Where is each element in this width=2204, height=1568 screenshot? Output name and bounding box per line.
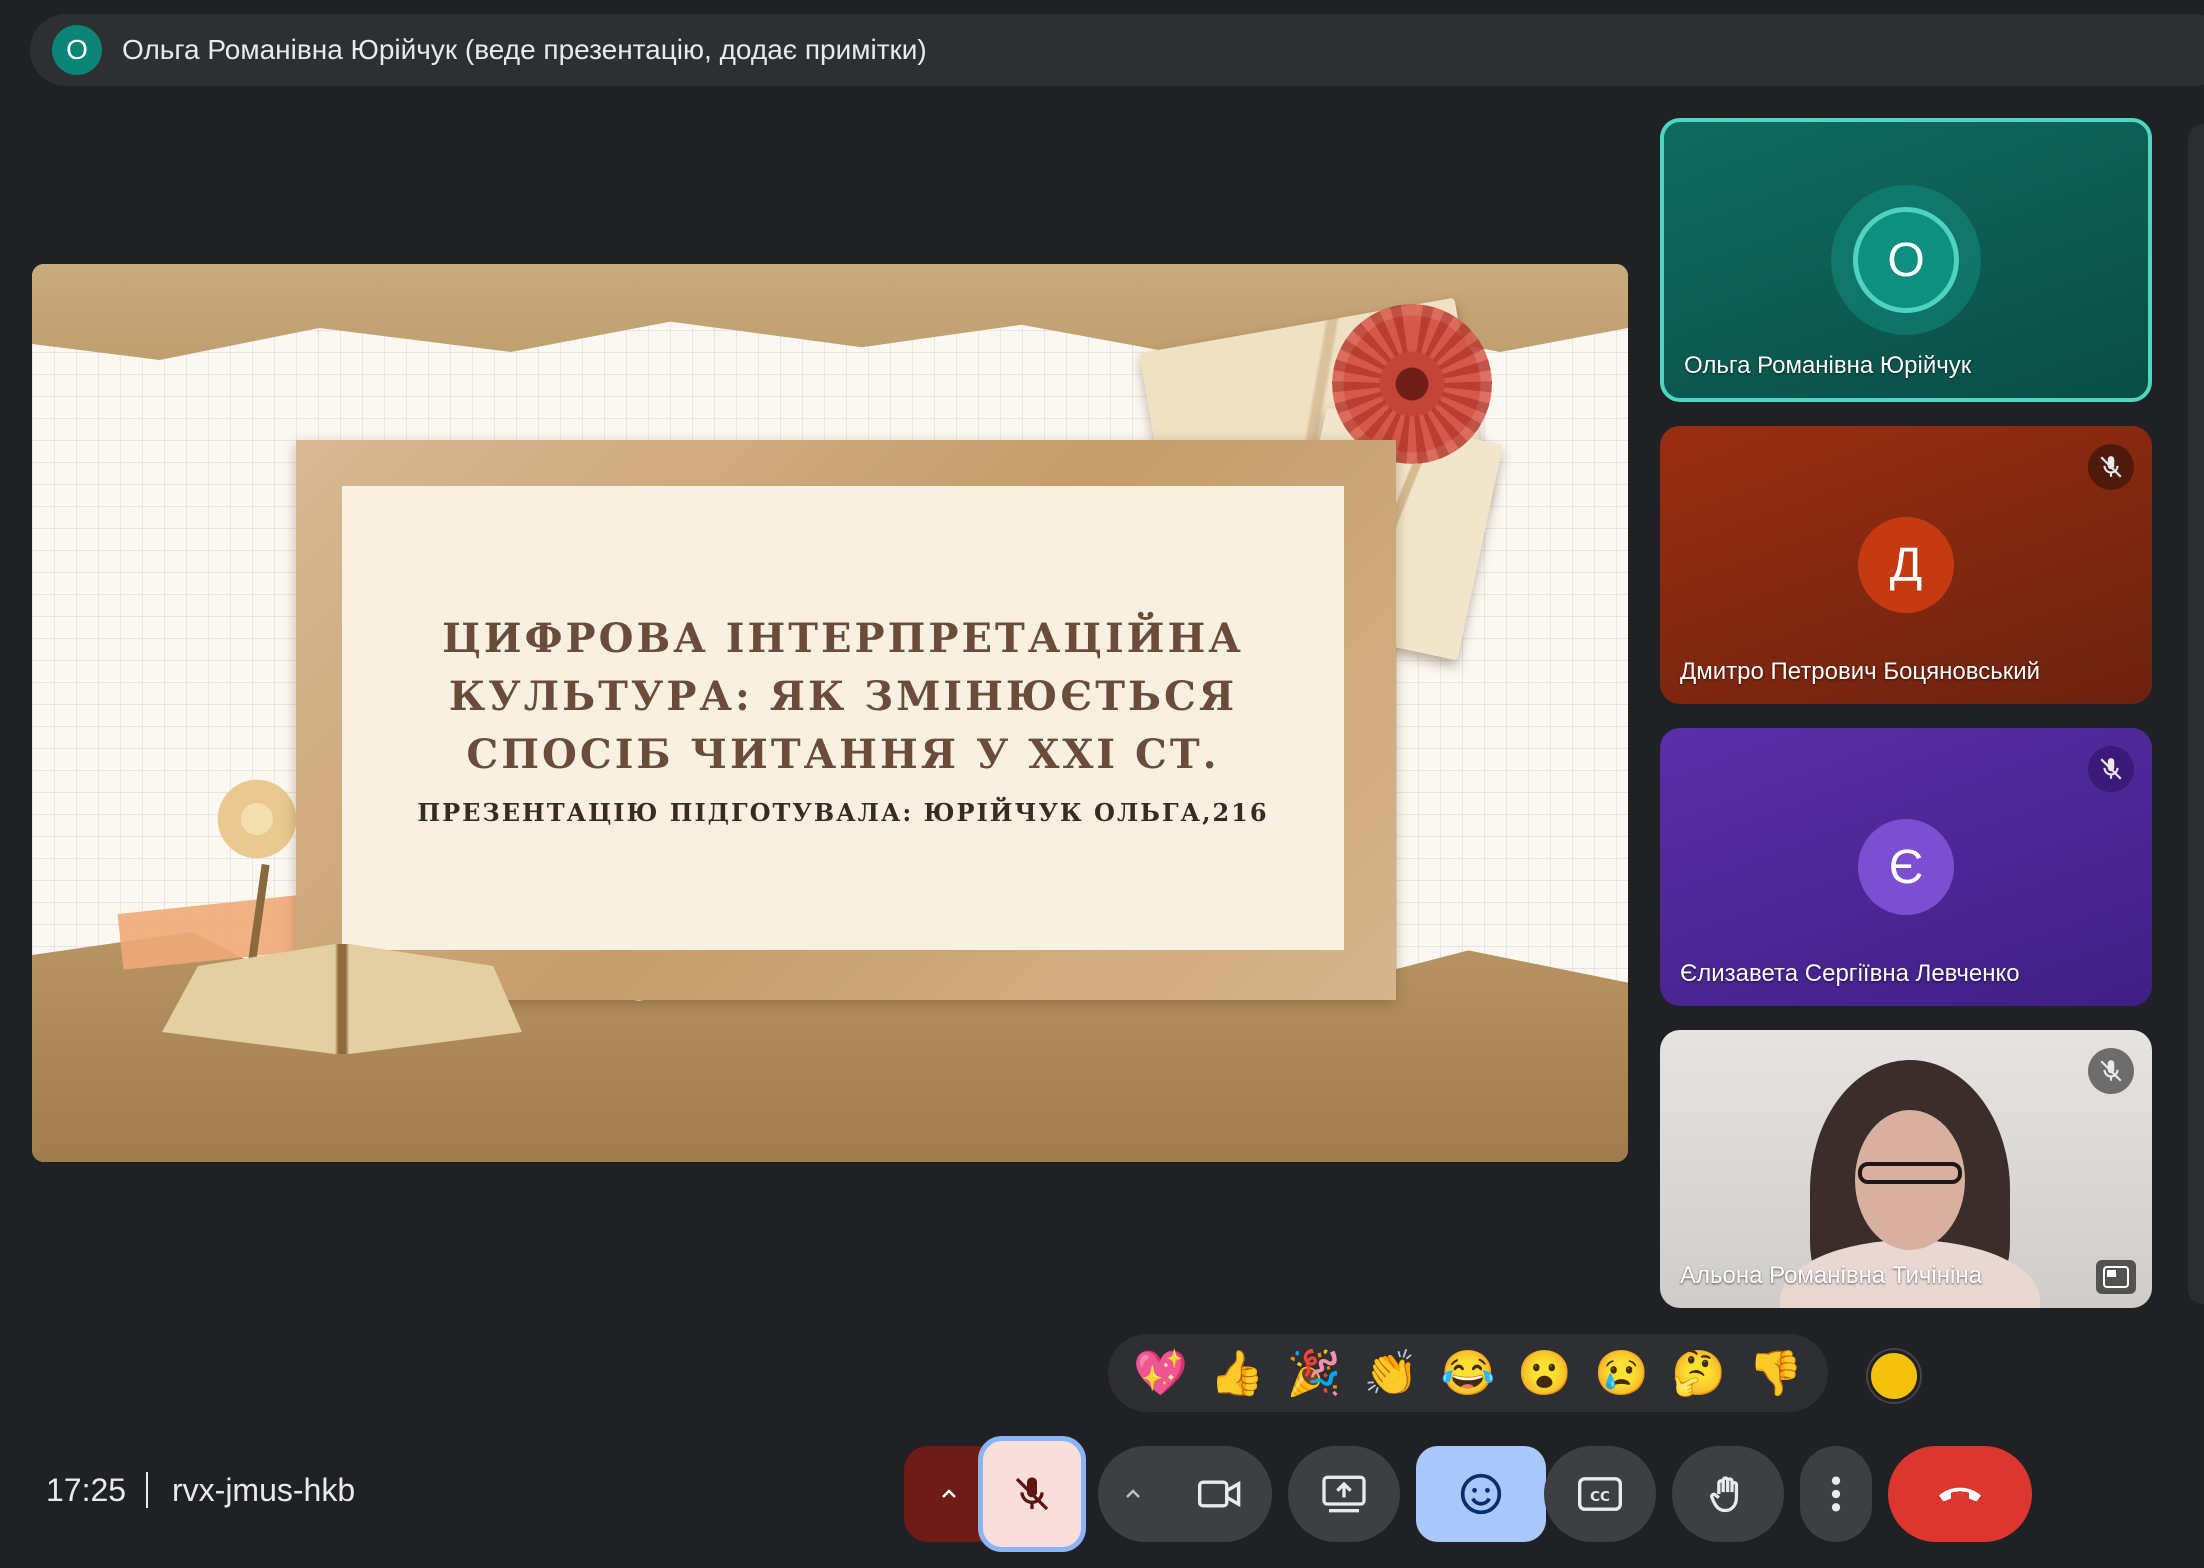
reaction-clap[interactable]: 👏 xyxy=(1359,1347,1423,1399)
participant-name: Єлизавета Сергіївна Левченко xyxy=(1680,960,2020,987)
chevron-up-icon xyxy=(1126,1489,1140,1498)
picture-in-picture-icon[interactable] xyxy=(2096,1260,2136,1294)
avatar: Д xyxy=(1858,517,1954,613)
mic-off-icon xyxy=(2088,746,2134,792)
participant-name: Дмитро Петрович Боцяновський xyxy=(1680,658,2041,685)
meeting-time: 17:25 xyxy=(46,1472,127,1508)
reaction-thumbs-up[interactable]: 👍 xyxy=(1205,1347,1269,1399)
video-feed-glasses xyxy=(1858,1162,1962,1184)
svg-text:CC: CC xyxy=(1590,1489,1610,1505)
reactions-bar: 💖 👍 🎉 👏 😂 😮 😢 🤔 👎 xyxy=(1108,1334,1828,1412)
cc-icon: CC xyxy=(1578,1477,1622,1511)
emoji-reactions-button[interactable] xyxy=(1416,1446,1546,1542)
call-end-icon xyxy=(1939,1487,1981,1502)
more-options-button[interactable] xyxy=(1800,1446,1872,1542)
reaction-laugh[interactable]: 😂 xyxy=(1436,1347,1500,1399)
participant-tile[interactable]: Є Єлизавета Сергіївна Левченко xyxy=(1660,728,2152,1006)
hand-icon xyxy=(1710,1476,1739,1513)
slide-frame: ЦИФРОВА ІНТЕРПРЕТАЦІЙНА КУЛЬТУРА: ЯК ЗМІ… xyxy=(296,440,1396,1000)
presenter-banner-text: Ольга Романівна Юрійчук (веде презентаці… xyxy=(122,34,927,65)
avatar: О xyxy=(1853,207,1959,313)
reaction-surprised[interactable]: 😮 xyxy=(1513,1347,1577,1399)
slide-subtitle: ПРЕЗЕНТАЦІЮ ПІДГОТУВАЛА: ЮРІЙЧУК ОЛЬГА,2… xyxy=(417,797,1269,827)
meeting-code[interactable]: rvx-jmus-hkb xyxy=(172,1472,355,1509)
raise-hand-button[interactable] xyxy=(1672,1446,1784,1542)
video-settings-button[interactable] xyxy=(1098,1446,1168,1542)
present-screen-icon xyxy=(1322,1475,1366,1513)
skin-tone-button[interactable] xyxy=(1868,1350,1920,1402)
side-panel-edge xyxy=(2188,124,2204,1304)
reaction-sad[interactable]: 😢 xyxy=(1590,1347,1654,1399)
participant-tile[interactable]: О Ольга Романівна Юрійчук xyxy=(1660,118,2152,402)
reaction-party[interactable]: 🎉 xyxy=(1282,1347,1346,1399)
presenter-avatar: О xyxy=(52,25,102,75)
participant-name: Ольга Романівна Юрійчук xyxy=(1684,352,1972,379)
captions-button[interactable]: CC xyxy=(1544,1446,1656,1542)
avatar: Є xyxy=(1858,819,1954,915)
slide-title: ЦИФРОВА ІНТЕРПРЕТАЦІЙНА КУЛЬТУРА: ЯК ЗМІ… xyxy=(442,614,1244,778)
participant-tile[interactable]: Д Дмитро Петрович Боцяновський xyxy=(1660,426,2152,704)
participant-tile-video[interactable]: Альона Романівна Тичініна xyxy=(1660,1030,2152,1308)
more-vert-icon xyxy=(1831,1476,1841,1512)
chevron-up-icon xyxy=(942,1489,956,1498)
mic-toggle-button[interactable] xyxy=(978,1436,1086,1552)
presenter-banner: О Ольга Романівна Юрійчук (веде презента… xyxy=(30,14,2204,86)
reaction-thinking[interactable]: 🤔 xyxy=(1667,1347,1731,1399)
present-screen-button[interactable] xyxy=(1288,1446,1400,1542)
divider xyxy=(146,1472,148,1508)
mic-off-icon xyxy=(1015,1477,1049,1511)
reaction-heart[interactable]: 💖 xyxy=(1128,1347,1192,1399)
camera-control-group xyxy=(1098,1446,1272,1542)
mic-off-icon xyxy=(2088,444,2134,490)
presentation-slide: ЦИФРОВА ІНТЕРПРЕТАЦІЙНА КУЛЬТУРА: ЯК ЗМІ… xyxy=(32,264,1628,1162)
camera-toggle-button[interactable] xyxy=(1168,1446,1272,1542)
reaction-thumbs-down[interactable]: 👎 xyxy=(1743,1347,1807,1399)
mic-off-icon xyxy=(2088,1048,2134,1094)
leave-call-button[interactable] xyxy=(1888,1446,2032,1542)
slide-text-area: ЦИФРОВА ІНТЕРПРЕТАЦІЙНА КУЛЬТУРА: ЯК ЗМІ… xyxy=(342,486,1344,950)
camera-icon xyxy=(1198,1480,1241,1508)
emoji-icon xyxy=(1460,1473,1502,1515)
participant-name: Альона Романівна Тичініна xyxy=(1680,1262,1982,1289)
